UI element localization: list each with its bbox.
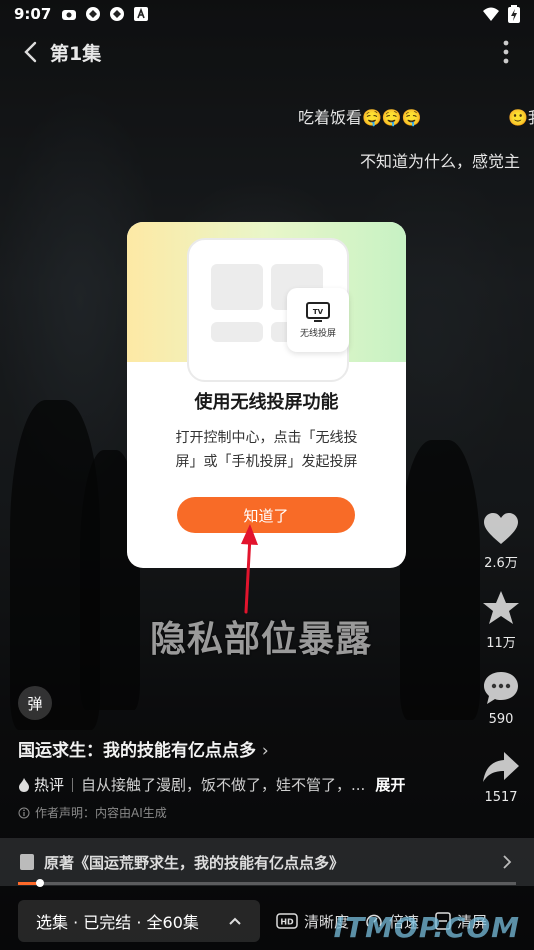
chevron-left-icon: [24, 41, 37, 63]
hot-comment-label: 热评: [34, 776, 65, 794]
hd-icon: HD: [276, 913, 298, 929]
dialog-title: 使用无线投屏功能: [194, 392, 339, 413]
book-icon: [20, 854, 34, 870]
back-button[interactable]: [16, 38, 44, 66]
danmaku-comment: 不知道为什么，感觉主: [360, 152, 521, 171]
source-novel-bar[interactable]: 原著《国运荒野求生，我的技能有亿点点多》: [0, 838, 534, 886]
dialog-description: 打开控制中心，点击「无线投屏」或「手机投屏」发起投屏: [175, 430, 358, 470]
danmaku-toggle-label: 弹: [27, 694, 43, 713]
flame-icon: [19, 777, 29, 792]
comment-count: 590: [488, 712, 514, 727]
site-watermark: ITMOP.COM: [333, 911, 520, 944]
source-novel-text: 原著《国运荒野求生，我的技能有亿点点多》: [44, 853, 345, 872]
share-action[interactable]: 1517: [478, 750, 524, 805]
wifi-icon: [483, 7, 499, 21]
like-action[interactable]: 2.6万: [478, 512, 524, 571]
divider: [72, 777, 74, 792]
chevron-right-icon: [503, 855, 512, 869]
app-notification-icon: [110, 7, 125, 21]
favorite-count: 11万: [486, 636, 516, 651]
episode-title: 第1集: [50, 42, 102, 65]
episode-select-label: 选集 · 已完结 · 全60集: [36, 913, 199, 932]
battery-icon: [508, 5, 520, 23]
video-caption: 隐私部位暴露: [150, 619, 373, 660]
share-count: 1517: [484, 790, 518, 805]
top-bar: 第1集: [0, 30, 534, 74]
author-declaration: 作者声明：内容由AI生成: [18, 804, 167, 821]
svg-text:HD: HD: [280, 918, 294, 927]
favorite-action[interactable]: 11万: [478, 590, 524, 651]
share-arrow-icon: [483, 752, 519, 782]
danmaku-comment: 🙂我: [508, 108, 534, 127]
tv-icon: TV: [306, 301, 330, 322]
hot-comment[interactable]: 热评 自从接触了漫剧，饭不做了，娃不管了，... 展开: [18, 774, 405, 795]
chevron-right-icon: ›: [261, 741, 269, 761]
status-bar: 9:07: [0, 0, 534, 28]
status-time: 9:07: [14, 5, 52, 23]
episode-select-button[interactable]: 选集 · 已完结 · 全60集: [18, 900, 260, 942]
danmaku-comment: 吃着饭看🤤🤤🤤: [298, 108, 422, 127]
show-title: 国运求生：我的技能有亿点点多: [18, 741, 256, 761]
comment-action[interactable]: 590: [478, 670, 524, 727]
wireless-cast-dialog: TV 无线投屏 使用无线投屏功能 打开控制中心，点击「无线投屏」或「手机投屏」发…: [127, 222, 406, 568]
cast-card: TV 无线投屏: [287, 288, 349, 352]
dialog-illustration: TV 无线投屏: [127, 222, 406, 382]
info-icon: [18, 807, 30, 818]
declaration-text: 作者声明：内容由AI生成: [35, 806, 167, 820]
danmaku-toggle-button[interactable]: 弹: [18, 686, 52, 720]
comment-icon: [484, 672, 518, 704]
video-progress-bar[interactable]: [18, 879, 516, 887]
annotation-arrow-icon: [241, 524, 258, 614]
cast-card-label: 无线投屏: [299, 328, 336, 339]
svg-text:TV: TV: [313, 308, 324, 316]
expand-button[interactable]: 展开: [375, 774, 405, 795]
app-notification-icon: [86, 7, 101, 21]
dialog-confirm-button[interactable]: 知道了: [177, 497, 355, 533]
star-icon: [483, 591, 519, 624]
hot-comment-text: 自从接触了漫剧，饭不做了，娃不管了，...: [81, 776, 366, 794]
heart-icon: [484, 513, 518, 544]
chevron-up-icon: [229, 917, 241, 925]
text-a-icon: [134, 7, 149, 21]
app-notification-icon: [62, 10, 77, 20]
show-title-link[interactable]: 国运求生：我的技能有亿点点多 ›: [18, 736, 269, 761]
like-count: 2.6万: [484, 556, 518, 571]
more-options-icon[interactable]: [496, 38, 516, 66]
